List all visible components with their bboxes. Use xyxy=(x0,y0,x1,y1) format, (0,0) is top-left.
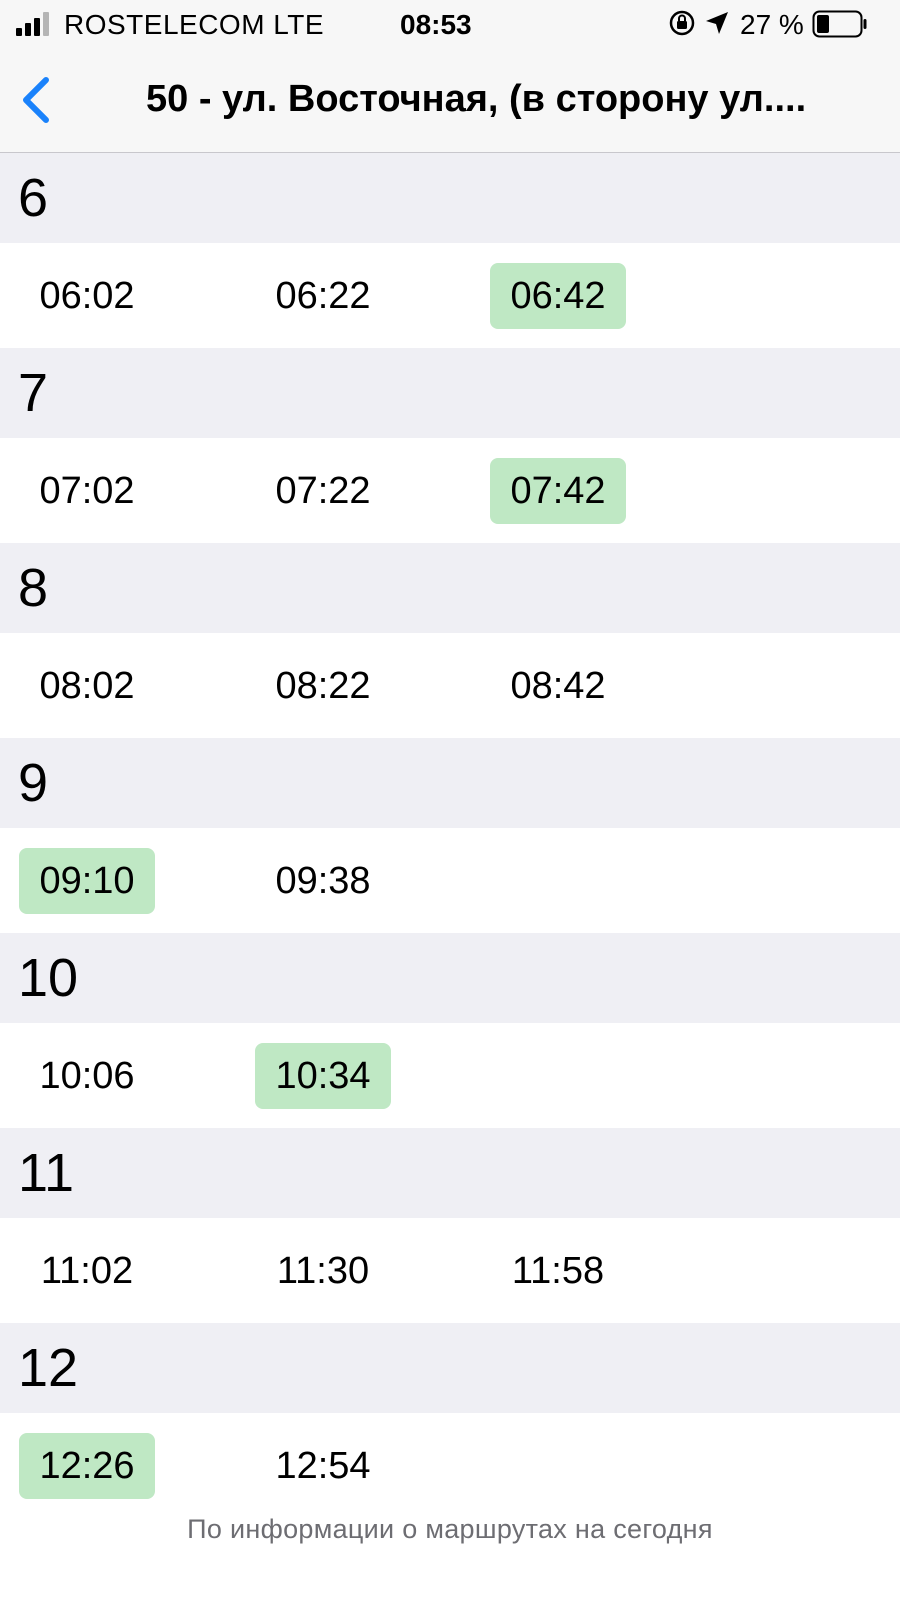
departure-time[interactable]: 08:22 xyxy=(255,653,391,719)
departure-time-highlighted[interactable]: 09:10 xyxy=(19,848,155,914)
times-row: 09:10 09:38 xyxy=(0,828,900,933)
times-row: 12:26 12:54 xyxy=(0,1413,900,1518)
hour-label: 6 xyxy=(18,168,49,228)
times-row: 08:02 08:22 08:42 xyxy=(0,633,900,738)
hour-label: 7 xyxy=(18,363,49,423)
battery-icon xyxy=(812,10,867,38)
departure-time-highlighted[interactable]: 12:26 xyxy=(19,1433,155,1499)
hour-label: 8 xyxy=(18,558,49,618)
departure-time[interactable]: 11:30 xyxy=(255,1238,391,1304)
hour-label: 11 xyxy=(18,1143,75,1203)
times-row: 10:06 10:34 xyxy=(0,1023,900,1128)
rotation-lock-icon xyxy=(669,10,695,36)
times-row: 07:02 07:22 07:42 xyxy=(0,438,900,543)
departure-time[interactable]: 12:54 xyxy=(255,1433,391,1499)
times-row: 11:02 11:30 11:58 xyxy=(0,1218,900,1323)
hour-section-header: 9 xyxy=(0,738,900,828)
departure-time[interactable]: 08:42 xyxy=(490,653,626,719)
back-button[interactable] xyxy=(16,74,56,126)
departure-time[interactable]: 06:22 xyxy=(255,263,391,329)
departure-time[interactable]: 07:22 xyxy=(255,458,391,524)
departure-time[interactable]: 06:02 xyxy=(19,263,155,329)
departure-time[interactable]: 07:02 xyxy=(19,458,155,524)
times-row: 06:02 06:22 06:42 xyxy=(0,243,900,348)
signal-icon xyxy=(16,12,49,36)
carrier-label: ROSTELECOM LTE xyxy=(64,9,325,40)
departure-time[interactable]: 08:02 xyxy=(19,653,155,719)
schedule-list: 6 06:02 06:22 06:42 7 07:02 07:22 07:42 8 08:02 08… xyxy=(0,153,900,1518)
departure-time[interactable]: 10:06 xyxy=(19,1043,155,1109)
hour-section-header: 12 xyxy=(0,1323,900,1413)
hour-section-header: 6 xyxy=(0,153,900,243)
hour-section-header: 8 xyxy=(0,543,900,633)
hour-section-header: 10 xyxy=(0,933,900,1023)
navigation-bar: 50 - ул. Восточная, (в сторону ул.... xyxy=(0,48,900,153)
footer-note: По информации о маршрутах на сегодня xyxy=(187,1514,713,1544)
departure-time[interactable]: 11:02 xyxy=(19,1238,155,1304)
hour-label: 9 xyxy=(18,753,49,813)
status-bar: ROSTELECOM LTE 08:53 27 % xyxy=(0,0,900,48)
hour-label: 12 xyxy=(18,1338,79,1398)
hour-label: 10 xyxy=(18,948,79,1008)
battery-percent: 27 % xyxy=(740,9,804,40)
departure-time-highlighted[interactable]: 07:42 xyxy=(490,458,626,524)
hour-section-header: 7 xyxy=(0,348,900,438)
clock: 08:53 xyxy=(400,9,472,40)
departure-time-highlighted[interactable]: 10:34 xyxy=(255,1043,391,1109)
hour-section-header: 11 xyxy=(0,1128,900,1218)
location-arrow-icon xyxy=(706,12,728,34)
page-title: 50 - ул. Восточная, (в сторону ул.... xyxy=(146,78,807,120)
departure-time-highlighted[interactable]: 06:42 xyxy=(490,263,626,329)
departure-time[interactable]: 11:58 xyxy=(490,1238,626,1304)
departure-time[interactable]: 09:38 xyxy=(255,848,391,914)
